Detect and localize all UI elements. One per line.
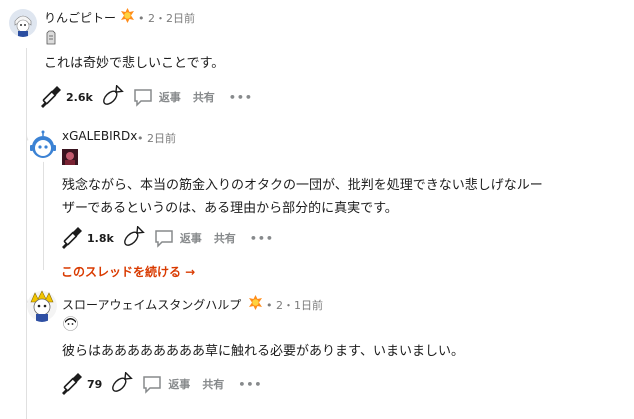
award-icon [248, 295, 263, 310]
vote-count: 79 [87, 377, 103, 391]
reply-button[interactable]: 返事 [154, 228, 202, 248]
more-options-button[interactable]: ••• [238, 378, 262, 391]
reply-icon [154, 228, 174, 248]
comment-body-line2: ザーであるというのは、ある理由から部分的に真実です。 [62, 201, 398, 216]
share-button[interactable]: 共有 [214, 230, 236, 246]
user-flair-icon [44, 30, 58, 46]
award-icon [120, 8, 135, 23]
share-button[interactable]: 共有 [202, 376, 224, 392]
comment-actions: 1.8k 返事 共有 ••• [59, 226, 274, 250]
comment-meta: • 2・2日前 [138, 12, 195, 25]
user-flair-icon [63, 316, 78, 331]
upvote-icon[interactable] [38, 85, 62, 109]
thread-line-reply[interactable] [43, 160, 44, 270]
reply-icon [133, 87, 153, 107]
vote-count: 2.6k [66, 90, 93, 104]
share-button[interactable]: 共有 [193, 89, 215, 105]
thread-line-main[interactable] [26, 48, 27, 419]
downvote-icon[interactable] [97, 85, 125, 109]
reply-label: 返事 [179, 232, 202, 245]
reply-label: 返事 [158, 91, 181, 104]
comment-body-line1: 残念ながら、本当の筋金入りのオタクの一団が、批判を処理できない悲しげなルー [62, 178, 543, 193]
comment-username[interactable]: りんごピトー [44, 9, 116, 26]
comment-body: 彼らはああああああああ草に触れる必要があります、いまいましい。 [62, 344, 464, 359]
vote-count: 1.8k [87, 231, 114, 245]
more-options-button[interactable]: ••• [229, 91, 253, 104]
comment-meta: • 2・1日前 [266, 299, 323, 312]
upvote-icon[interactable] [59, 226, 83, 250]
user-flair-icon [62, 149, 78, 165]
reply-label: 返事 [168, 378, 191, 391]
reply-icon [142, 374, 162, 394]
comment-meta: • 2日前 [137, 132, 176, 145]
avatar[interactable] [9, 9, 37, 37]
reply-button[interactable]: 返事 [133, 87, 181, 107]
avatar[interactable] [27, 290, 57, 322]
downvote-icon[interactable] [106, 372, 134, 396]
continue-thread-link[interactable]: このスレッドを続ける → [61, 263, 195, 280]
reply-button[interactable]: 返事 [142, 374, 190, 394]
upvote-icon[interactable] [59, 372, 83, 396]
comment-actions: 2.6k 返事 共有 ••• [38, 85, 253, 109]
comment-username[interactable]: スローアウェイムスタングハルプ [62, 296, 241, 313]
comment-body: これは奇妙で悲しいことです。 [44, 56, 225, 71]
more-options-button[interactable]: ••• [250, 232, 274, 245]
downvote-icon[interactable] [118, 226, 146, 250]
avatar[interactable] [27, 130, 59, 162]
comment-username[interactable]: xGALEBIRDx [62, 129, 137, 143]
comment-actions: 79 返事 共有 ••• [59, 372, 262, 396]
